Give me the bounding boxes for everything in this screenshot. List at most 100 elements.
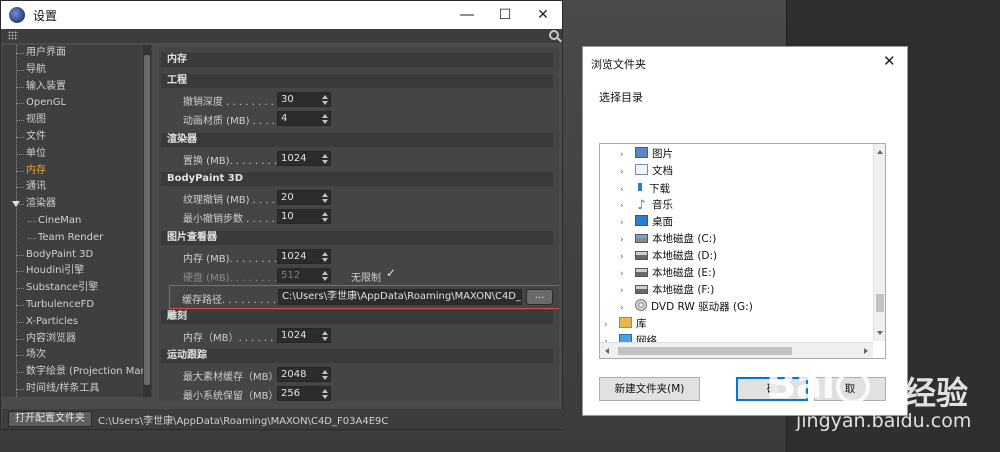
texture-undo-label: 纹理撤销 (MB) . . . . . <box>183 195 282 206</box>
settings-bottom-bar: 打开配置文件夹 C:\Users\李世康\AppData\Roaming\MAX… <box>2 409 563 429</box>
spinner-icon[interactable] <box>322 114 328 124</box>
cache-path-row: 缓存路径. . . . . . . . . C:\Users\李世康\AppDa… <box>169 285 559 309</box>
texture-undo-input[interactable]: 20 <box>277 190 331 205</box>
sidebar-item[interactable]: 单位 <box>2 146 152 163</box>
config-folder-path: C:\Users\李世康\AppData\Roaming\MAXON\C4D_F… <box>98 416 389 427</box>
dvd-icon <box>635 299 647 311</box>
folder-tree-item[interactable]: › 文档 <box>620 163 673 180</box>
folder-tree-item[interactable]: › 图片 <box>620 146 673 163</box>
section-sculpt: 雕刻 <box>161 310 553 324</box>
unlimited-checkbox[interactable]: ✓ <box>386 266 396 280</box>
renderer-cache-input[interactable]: 1024 <box>277 151 331 166</box>
sidebar-item[interactable]: 视图 <box>2 112 152 129</box>
sidebar-item[interactable]: 渲染器 <box>2 196 152 213</box>
chevron-right-icon[interactable]: › <box>620 283 630 300</box>
spinner-icon[interactable] <box>322 95 328 105</box>
sidebar-item[interactable]: TurbulenceFD <box>2 297 152 314</box>
section-project: 工程 <box>161 74 553 88</box>
browse-button[interactable]: ... <box>526 289 553 305</box>
anim-material-input[interactable]: 4 <box>277 111 331 126</box>
pv-memory-input[interactable]: 1024 <box>277 249 331 264</box>
minimize-icon[interactable]: ― <box>450 1 484 29</box>
sculpt-memory-label: 内存（MB）. . . . . . . . <box>183 333 287 344</box>
expand-triangle-icon[interactable] <box>12 201 20 208</box>
sidebar-item[interactable]: Houdini引擎 <box>2 263 152 280</box>
sidebar-item-label: 视图 <box>26 114 46 126</box>
sculpt-memory-input[interactable]: 1024 <box>277 328 331 343</box>
min-undo-steps-input[interactable]: 10 <box>277 209 331 224</box>
max-footage-cache-input[interactable]: 2048 <box>277 367 331 382</box>
tree-vertical-scrollbar[interactable] <box>873 144 885 341</box>
folder-tree-item[interactable]: › 本地磁盘 (F:) <box>620 282 714 299</box>
chevron-right-icon[interactable]: › <box>620 164 630 181</box>
min-system-reserve-input[interactable]: 256 <box>277 386 331 401</box>
folder-tree-item[interactable]: › 本地磁盘 (C:) <box>620 231 716 248</box>
sidebar-scrollbar[interactable] <box>143 45 151 397</box>
sidebar-item[interactable]: 通讯 <box>2 179 152 196</box>
settings-titlebar[interactable]: 设置 ― ☐ ✕ <box>1 1 562 29</box>
sidebar-item[interactable]: 导航 <box>2 62 152 79</box>
sidebar-item[interactable]: Substance引擎 <box>2 280 152 297</box>
chevron-right-icon[interactable]: › <box>620 300 630 317</box>
folder-tree-item[interactable]: › 下载 <box>620 180 670 197</box>
sidebar-item[interactable]: 文件 <box>2 129 152 146</box>
sidebar-item[interactable]: BodyPaint 3D <box>2 247 152 264</box>
sidebar-item[interactable]: OpenGL <box>2 95 152 112</box>
tree-vscroll-thumb[interactable] <box>876 294 884 312</box>
close-icon[interactable]: ✕ <box>526 1 560 29</box>
chevron-right-icon[interactable]: › <box>604 317 614 334</box>
tree-horizontal-scrollbar[interactable] <box>600 342 873 358</box>
spinner-icon[interactable] <box>322 212 328 222</box>
new-folder-button[interactable]: 新建文件夹(M) <box>599 377 700 401</box>
sidebar-scroll-thumb[interactable] <box>144 55 150 385</box>
open-config-folder-button[interactable]: 打开配置文件夹 <box>8 411 92 427</box>
sidebar-item[interactable]: 内存 <box>2 163 152 180</box>
tree-hscroll-thumb[interactable] <box>618 347 792 355</box>
spinner-icon[interactable] <box>322 154 328 164</box>
scroll-down-icon[interactable] <box>877 331 883 335</box>
sidebar-item[interactable]: CineMan <box>2 213 152 230</box>
spinner-icon[interactable] <box>322 370 328 380</box>
chevron-right-icon[interactable]: › <box>620 249 630 266</box>
folder-tree-item[interactable]: › ♪ 音乐 <box>620 197 673 214</box>
spinner-icon[interactable] <box>322 193 328 203</box>
folder-tree-item[interactable]: › 本地磁盘 (E:) <box>620 265 716 282</box>
folder-tree-item[interactable]: › 桌面 <box>620 214 673 231</box>
sidebar-item-label: Houdini引擎 <box>26 265 85 277</box>
sidebar-item[interactable]: 时间线/样条工具 <box>2 381 152 397</box>
close-icon[interactable]: ✕ <box>883 52 896 70</box>
sidebar-item[interactable]: 用户界面 <box>2 45 152 62</box>
chevron-right-icon[interactable]: › <box>620 215 630 232</box>
sidebar-item[interactable]: 场次 <box>2 347 152 364</box>
folder-tree-item[interactable]: › DVD RW 驱动器 (G:) <box>620 299 753 316</box>
cache-path-input[interactable]: C:\Users\李世康\AppData\Roaming\MAXON\C4D_F… <box>278 289 522 305</box>
folder-tree-item-label: 下载 <box>649 183 670 195</box>
sidebar-item[interactable]: Team Render <box>2 230 152 247</box>
folder-tree-item[interactable]: › 库 <box>604 316 647 333</box>
scroll-left-icon[interactable] <box>605 348 609 354</box>
search-icon[interactable] <box>549 30 559 40</box>
scroll-up-icon[interactable] <box>877 150 883 154</box>
spinner-icon[interactable] <box>322 252 328 262</box>
chevron-right-icon[interactable]: › <box>620 266 630 283</box>
cinema4d-app-icon <box>9 7 25 23</box>
spinner-icon[interactable] <box>322 389 328 399</box>
folder-tree-item[interactable]: › 本地磁盘 (D:) <box>620 248 717 265</box>
pv-memory-label: 内存 (MB). . . . . . . . . <box>183 254 284 265</box>
undo-depth-input[interactable]: 30 <box>277 92 331 107</box>
chevron-right-icon[interactable]: › <box>620 198 630 215</box>
grip-icon[interactable] <box>8 31 18 40</box>
sidebar-item-label: 用户界面 <box>26 47 66 58</box>
spinner-icon[interactable] <box>322 331 328 341</box>
chevron-right-icon[interactable]: › <box>620 232 630 249</box>
sidebar-item[interactable]: X-Particles <box>2 314 152 331</box>
sidebar-item[interactable]: 数字绘景 (Projection Man) <box>2 364 152 381</box>
maximize-icon[interactable]: ☐ <box>488 1 522 29</box>
folder-tree-item-label: 库 <box>636 318 647 330</box>
scroll-right-icon[interactable] <box>864 348 868 354</box>
drive-c-icon <box>635 234 648 243</box>
sidebar-item[interactable]: 内容浏览器 <box>2 331 152 348</box>
sidebar-item[interactable]: 输入装置 <box>2 79 152 96</box>
min-system-reserve-label: 最小系统保留（MB） <box>183 391 279 401</box>
chevron-right-icon[interactable]: › <box>620 147 630 164</box>
